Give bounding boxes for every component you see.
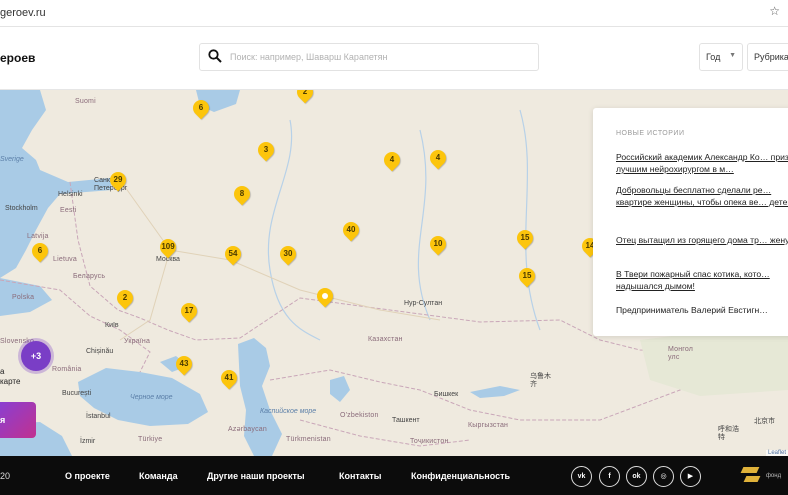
map-marker[interactable]: 3 <box>254 138 278 164</box>
country-label: România <box>52 366 82 373</box>
browser-url-bar[interactable]: geroev.ru ☆ <box>0 0 788 27</box>
search-icon <box>208 49 222 63</box>
chevron-down-icon: ▼ <box>729 52 736 59</box>
brand-text: фонд <box>766 473 782 479</box>
country-label: Монгол улс <box>668 346 694 361</box>
story-link[interactable]: Отец вытащил из горящего дома тр… жену <box>616 234 788 246</box>
map[interactable]: Suomi Eesti Latvija Lietuva Беларусь Pol… <box>0 90 788 456</box>
country-label: Україна <box>124 338 151 345</box>
country-label: Lietuva <box>53 256 77 263</box>
footer-link-team[interactable]: Команда <box>139 471 178 481</box>
map-marker[interactable]: 40 <box>339 218 363 244</box>
city-label: Helsinki <box>58 191 83 198</box>
city-label: 北京市 <box>754 418 775 425</box>
story-link[interactable]: В Твери пожарный спас котика, кото… нады… <box>616 268 788 292</box>
city-label: İzmir <box>80 438 96 445</box>
water-label: Черное море <box>130 394 173 401</box>
map-note: а карте <box>0 367 20 387</box>
water-label: Sverige <box>0 156 24 163</box>
new-stories-panel: НОВЫЕ ИСТОРИИ Российский академик Алекса… <box>593 108 788 336</box>
footer-link-projects[interactable]: Другие наши проекты <box>207 471 305 481</box>
marker-cluster[interactable]: +3 <box>21 341 51 371</box>
city-label: Київ <box>105 322 119 329</box>
rubric-select-label: Рубрика <box>754 52 788 62</box>
map-marker[interactable]: 29 <box>106 168 130 194</box>
year-select-label: Год <box>706 52 721 62</box>
youtube-icon[interactable]: ▶ <box>680 466 701 487</box>
story-link[interactable]: Российский академик Александр Ко… призна… <box>616 151 788 175</box>
add-story-button[interactable]: я <box>0 402 36 438</box>
instagram-icon[interactable]: ◎ <box>653 466 674 487</box>
city-label: Stockholm <box>5 205 38 212</box>
map-marker[interactable]: 17 <box>177 299 201 325</box>
country-label: Eesti <box>60 207 77 214</box>
city-label: Chișinău <box>86 348 114 355</box>
city-label: İstanbul <box>86 413 111 420</box>
footer-link-about[interactable]: О проекте <box>65 471 110 481</box>
vk-icon[interactable]: vk <box>571 466 592 487</box>
map-marker[interactable]: 15 <box>513 226 537 252</box>
search-box[interactable] <box>199 43 539 71</box>
site-header: ероев Год ▼ Рубрика <box>0 27 788 90</box>
site-logo[interactable]: ероев <box>0 51 35 65</box>
city-label: 呼和浩特 <box>718 426 739 441</box>
map-note-line: карте <box>0 377 21 386</box>
footer-link-privacy[interactable]: Конфиденциальность <box>411 471 510 481</box>
country-label: Suomi <box>75 98 96 105</box>
city-label: București <box>62 390 92 397</box>
bookmark-star-icon[interactable]: ☆ <box>769 4 780 18</box>
footer-link-contacts[interactable]: Контакты <box>339 471 381 481</box>
country-label: Türkiye <box>138 436 163 443</box>
map-marker[interactable]: 43 <box>172 352 196 378</box>
city-label: Нур-Султан <box>404 300 443 307</box>
map-marker[interactable]: 8 <box>230 182 254 208</box>
map-marker[interactable]: 15 <box>515 264 539 290</box>
map-marker[interactable]: 6 <box>28 239 52 265</box>
footer-year: 20 <box>0 471 11 481</box>
site-footer: 20 О проекте Команда Другие наши проекты… <box>0 456 788 495</box>
story-link[interactable]: Добровольцы бесплатно сделали ре… кварти… <box>616 184 788 208</box>
facebook-icon[interactable]: f <box>599 466 620 487</box>
city-label: Бишкек <box>434 391 459 398</box>
city-label: 乌鲁木齐 <box>530 373 551 388</box>
rubric-select[interactable]: Рубрика <box>747 43 788 71</box>
country-label: Azərbaycan <box>228 426 267 433</box>
map-marker[interactable]: 54 <box>221 242 245 268</box>
map-marker[interactable]: 4 <box>380 148 404 174</box>
year-select[interactable]: Год ▼ <box>699 43 743 71</box>
country-label: Беларусь <box>73 273 106 280</box>
map-marker[interactable]: 4 <box>426 146 450 172</box>
country-label: Latvija <box>27 233 49 240</box>
map-marker[interactable]: 2 <box>113 286 137 312</box>
stories-heading: НОВЫЕ ИСТОРИИ <box>616 130 685 137</box>
map-marker[interactable]: 109 <box>156 235 180 261</box>
water-label: Каспийское море <box>260 408 317 415</box>
city-label: Ташкент <box>392 417 420 424</box>
country-label: Кыргызстан <box>468 422 509 429</box>
map-marker-selected[interactable] <box>313 284 337 310</box>
country-label: Türkmenistan <box>286 436 331 443</box>
story-link[interactable]: Предприниматель Валерий Евстигн… <box>616 304 788 316</box>
map-note-line: а <box>0 367 5 376</box>
country-label: Тоҷикистон <box>410 438 449 445</box>
map-marker[interactable]: 10 <box>426 232 450 258</box>
country-label: O'zbekiston <box>340 412 379 419</box>
map-marker[interactable]: 30 <box>276 242 300 268</box>
country-label: Казахстан <box>368 336 403 343</box>
country-label: Polska <box>12 294 35 301</box>
map-marker[interactable]: 6 <box>189 96 213 122</box>
search-input[interactable] <box>228 47 532 67</box>
map-marker[interactable]: 41 <box>217 366 241 392</box>
url-text[interactable]: geroev.ru <box>0 7 46 19</box>
map-marker[interactable]: 2 <box>293 90 317 106</box>
brand-logo-icon[interactable] <box>740 467 762 484</box>
odnoklassniki-icon[interactable]: ok <box>626 466 647 487</box>
